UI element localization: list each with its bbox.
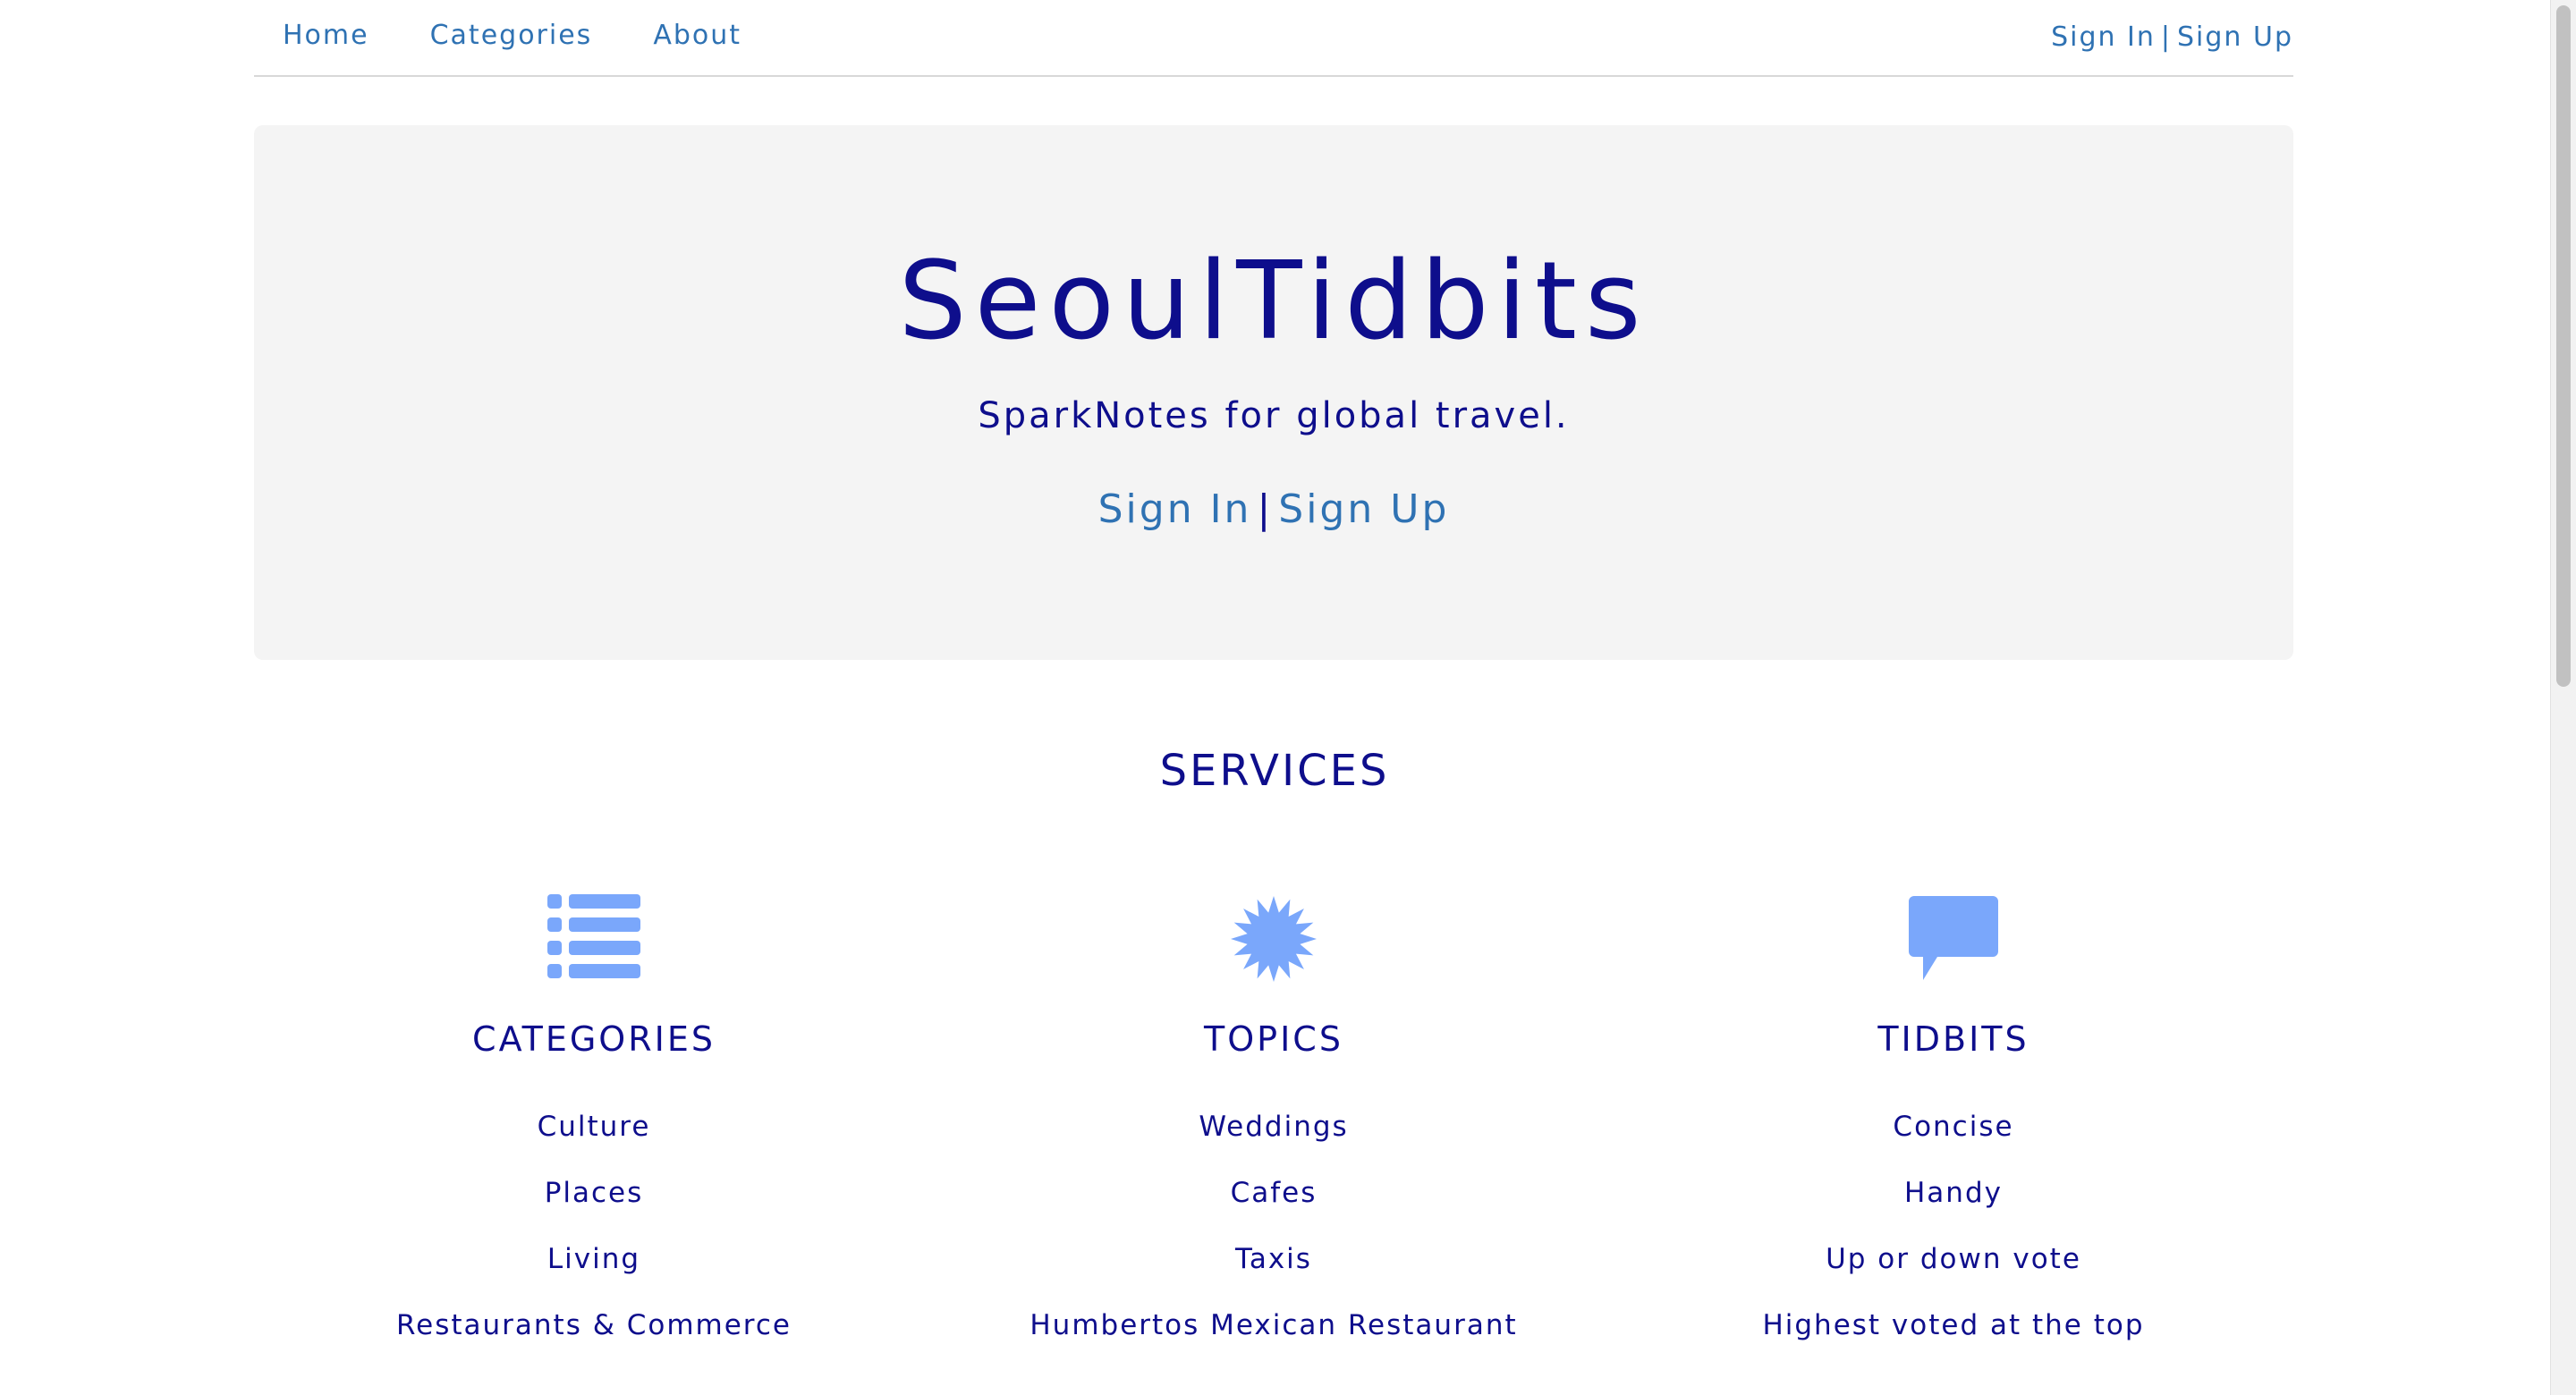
scrollbar-thumb[interactable] xyxy=(2556,5,2571,687)
hero-auth-links: Sign In | Sign Up xyxy=(254,486,2293,532)
column-heading-topics: TOPICS xyxy=(1204,1019,1343,1059)
top-nav: Home Categories About Sign In | Sign Up xyxy=(254,0,2293,77)
service-column-topics: TOPICS Weddings Cafes Taxis Humbertos Me… xyxy=(961,894,1587,1368)
nav-sign-in-link[interactable]: Sign In xyxy=(2051,21,2156,53)
list-item: Up or down vote xyxy=(1826,1243,2081,1275)
site-title: SeoulTidbits xyxy=(898,240,1649,364)
list-item: Living xyxy=(547,1243,641,1275)
list-icon xyxy=(281,894,907,987)
column-heading-categories: CATEGORIES xyxy=(472,1019,716,1059)
speech-bubble-icon xyxy=(1640,894,2267,987)
nav-auth-separator: | xyxy=(2160,21,2173,53)
list-item: Restaurants & Commerce xyxy=(395,1309,792,1341)
topics-list: Weddings Cafes Taxis Humbertos Mexican R… xyxy=(961,1103,1587,1368)
list-item: Concise xyxy=(1893,1111,2014,1143)
hero-sign-in-link[interactable]: Sign In xyxy=(1098,486,1252,532)
site-tagline: SparkNotes for global travel. xyxy=(978,395,1570,436)
list-item: Places xyxy=(544,1177,644,1209)
page: Home Categories About Sign In | Sign Up Se… xyxy=(0,0,2576,1395)
starburst-icon xyxy=(961,894,1587,987)
hero-jumbotron: SeoulTidbits SparkNotes for global trave… xyxy=(254,125,2293,660)
nav-sign-up-link[interactable]: Sign Up xyxy=(2177,21,2293,53)
list-item: Weddings xyxy=(1199,1111,1349,1143)
list-item: Handy xyxy=(1904,1177,2003,1209)
nav-about-link[interactable]: About xyxy=(653,20,741,51)
column-heading-tidbits: TIDBITS xyxy=(1877,1019,2029,1059)
list-item: Taxis xyxy=(1235,1243,1312,1275)
nav-home-link[interactable]: Home xyxy=(283,20,369,51)
hero-sign-up-link[interactable]: Sign Up xyxy=(1278,486,1449,532)
nav-links: Home Categories About xyxy=(283,20,741,51)
nav-auth-links: Sign In | Sign Up xyxy=(2051,21,2293,53)
vertical-scrollbar[interactable] xyxy=(2550,0,2576,1395)
hero-auth-separator: | xyxy=(1257,486,1274,532)
service-column-categories: CATEGORIES Culture Places Living Restaur… xyxy=(281,894,907,1368)
services-heading: SERVICES xyxy=(1159,746,1390,796)
service-column-tidbits: TIDBITS Concise Handy Up or down vote Hi… xyxy=(1640,894,2267,1368)
list-item: Cafes xyxy=(1230,1177,1318,1209)
list-item: Humbertos Mexican Restaurant xyxy=(1030,1309,1518,1341)
categories-list: Culture Places Living Restaurants & Comm… xyxy=(281,1103,907,1368)
nav-categories-link[interactable]: Categories xyxy=(430,20,593,51)
list-item: Highest voted at the top xyxy=(1762,1309,2145,1341)
list-item: Culture xyxy=(537,1111,651,1143)
tidbits-list: Concise Handy Up or down vote Highest vo… xyxy=(1640,1103,2267,1368)
